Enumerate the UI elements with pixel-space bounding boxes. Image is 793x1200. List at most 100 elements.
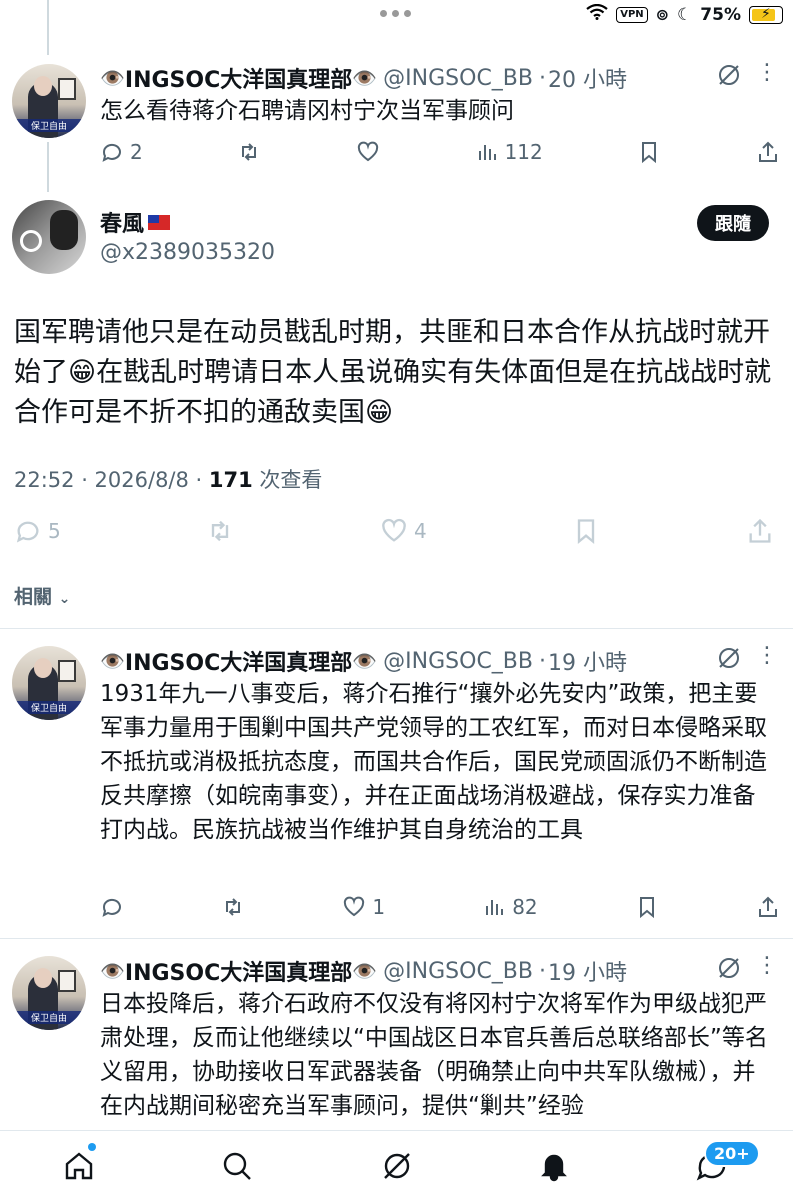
reply-button[interactable]: 2 — [100, 140, 143, 164]
author-name[interactable]: INGSOC大洋国真理部 — [125, 62, 352, 94]
battery-percent: 75% — [700, 4, 741, 25]
chart-icon — [486, 900, 504, 915]
author-handle[interactable]: @INGSOC_BB — [383, 66, 533, 91]
grok-icon[interactable] — [716, 62, 742, 94]
tweet-text: 日本投降后，蒋介石政府不仅没有将冈村宁次将军作为甲级战犯严肃处理，反而让他继续以… — [100, 991, 768, 1119]
divider — [0, 628, 793, 629]
more-icon[interactable]: ⋮ — [756, 643, 778, 668]
bookmark-button[interactable] — [635, 895, 659, 919]
heart-icon — [344, 896, 365, 917]
tweet-text: 怎么看待蒋介石聘请冈村宁次当军事顾问 — [100, 98, 514, 124]
author-handle[interactable]: @x2389035320 — [100, 240, 275, 265]
status-icons: VPN ⊚ ☾ 75% ⚡ — [586, 3, 783, 25]
eye-emoji-icon: 👁️ — [352, 959, 378, 983]
views-button[interactable]: 82 — [482, 895, 538, 919]
reply-icon — [102, 143, 121, 162]
eye-emoji-icon: 👁️ — [100, 959, 125, 983]
tweet-text: 国军聘请他只是在动员戡乱时期，共匪和日本合作从抗战时就开始了😁在戡乱时聘请日本人… — [14, 317, 772, 428]
bookmark-button[interactable] — [572, 514, 600, 548]
follow-button[interactable]: 跟隨 — [697, 205, 769, 241]
tweet-time: 19 小時 — [548, 961, 627, 986]
avatar[interactable] — [12, 200, 86, 274]
eye-emoji-icon: 👁️ — [100, 66, 125, 90]
battery-icon: ⚡ — [749, 5, 783, 24]
like-button[interactable]: 4 — [380, 514, 427, 548]
reply-button[interactable]: 5 — [14, 514, 61, 548]
view-count-label: 次查看 — [252, 468, 323, 492]
wifi-icon — [586, 3, 608, 25]
vpn-indicator: VPN — [616, 6, 648, 23]
grok-icon[interactable] — [716, 955, 742, 987]
grok-icon[interactable] — [716, 645, 742, 677]
divider — [0, 938, 793, 939]
heart-icon — [357, 141, 379, 162]
share-icon — [758, 896, 777, 917]
related-dropdown[interactable]: 相關 ⌄ — [14, 582, 70, 609]
thread-line — [47, 142, 49, 192]
eye-emoji-icon: 👁️ — [352, 66, 378, 90]
home-notification-dot — [88, 1143, 96, 1151]
tweet-actions: 1 82 — [100, 892, 780, 922]
share-button[interactable] — [756, 140, 780, 164]
home-icon — [65, 1152, 93, 1180]
tweet-actions: 2 112 — [100, 137, 780, 167]
separator-dot: · — [539, 958, 546, 984]
eye-emoji-icon: 👁️ — [352, 649, 378, 673]
reply-icon — [102, 898, 121, 917]
search-icon — [223, 1152, 251, 1180]
reply-button[interactable] — [100, 895, 124, 919]
avatar[interactable]: 保卫自由 — [12, 646, 86, 720]
tweet-text: 1931年九一八事变后，蒋介石推行“攘外必先安内”政策，把主要军事力量用于围剿中… — [100, 681, 767, 843]
taiwan-flag-icon — [148, 214, 171, 230]
author-name[interactable]: INGSOC大洋国真理部 — [125, 955, 352, 987]
author-handle[interactable]: @INGSOC_BB — [383, 959, 533, 984]
search-tab[interactable] — [220, 1149, 254, 1183]
retweet-icon — [212, 520, 229, 542]
retweet-button[interactable] — [221, 895, 245, 919]
tweet-header: 👁️ INGSOC大洋国真理部 👁️ @INGSOC_BB · 20 小時 — [100, 62, 627, 94]
like-button[interactable]: 1 — [342, 895, 385, 919]
separator-dot: · — [539, 648, 546, 674]
thread-line — [47, 0, 49, 55]
bookmark-icon — [639, 897, 654, 919]
notifications-tab[interactable] — [537, 1149, 571, 1183]
bottom-nav — [0, 1130, 793, 1200]
chart-icon — [478, 145, 496, 160]
status-bar: VPN ⊚ ☾ 75% ⚡ — [0, 0, 793, 30]
grok-tab[interactable] — [380, 1149, 414, 1183]
screen-lock-icon: ⊚ — [655, 5, 670, 24]
more-icon[interactable]: ⋮ — [756, 60, 778, 85]
views-button[interactable]: 112 — [475, 140, 543, 164]
multitask-dots[interactable] — [380, 10, 411, 17]
eye-emoji-icon: 👁️ — [100, 649, 125, 673]
share-icon — [749, 518, 771, 543]
tweet-header: 👁️ INGSOC大洋国真理部 👁️ @INGSOC_BB · 19 小時 — [100, 955, 627, 987]
view-count: 171 — [208, 468, 253, 492]
separator-dot: · — [539, 65, 546, 91]
bookmark-button[interactable] — [637, 140, 661, 164]
tweet-actions: 5 4 — [14, 514, 774, 548]
more-icon[interactable]: ⋮ — [756, 953, 778, 978]
tweet-time: 19 小時 — [548, 651, 627, 676]
avatar[interactable]: 保卫自由 — [12, 956, 86, 1030]
tweet-header-handle: @x2389035320 — [100, 240, 275, 265]
bell-icon — [541, 1154, 567, 1182]
avatar[interactable]: 保卫自由 — [12, 64, 86, 138]
retweet-button[interactable] — [206, 514, 234, 548]
reply-icon — [16, 521, 39, 543]
home-tab[interactable] — [62, 1149, 96, 1183]
retweet-button[interactable] — [237, 140, 261, 164]
messages-badge: 20+ — [704, 1140, 760, 1167]
chevron-down-icon: ⌄ — [58, 591, 71, 607]
author-handle[interactable]: @INGSOC_BB — [383, 649, 533, 674]
share-button[interactable] — [746, 514, 774, 548]
share-button[interactable] — [756, 895, 780, 919]
author-name[interactable]: INGSOC大洋国真理部 — [125, 645, 352, 677]
like-button[interactable] — [356, 140, 380, 164]
author-name[interactable]: 春風 — [100, 206, 144, 238]
moon-icon: ☾ — [677, 4, 693, 25]
retweet-icon — [226, 898, 241, 916]
tweet-meta: 22:52 · 2026/8/8 · 171 次查看 — [14, 464, 322, 494]
retweet-icon — [242, 143, 257, 161]
grok-icon — [384, 1153, 410, 1179]
